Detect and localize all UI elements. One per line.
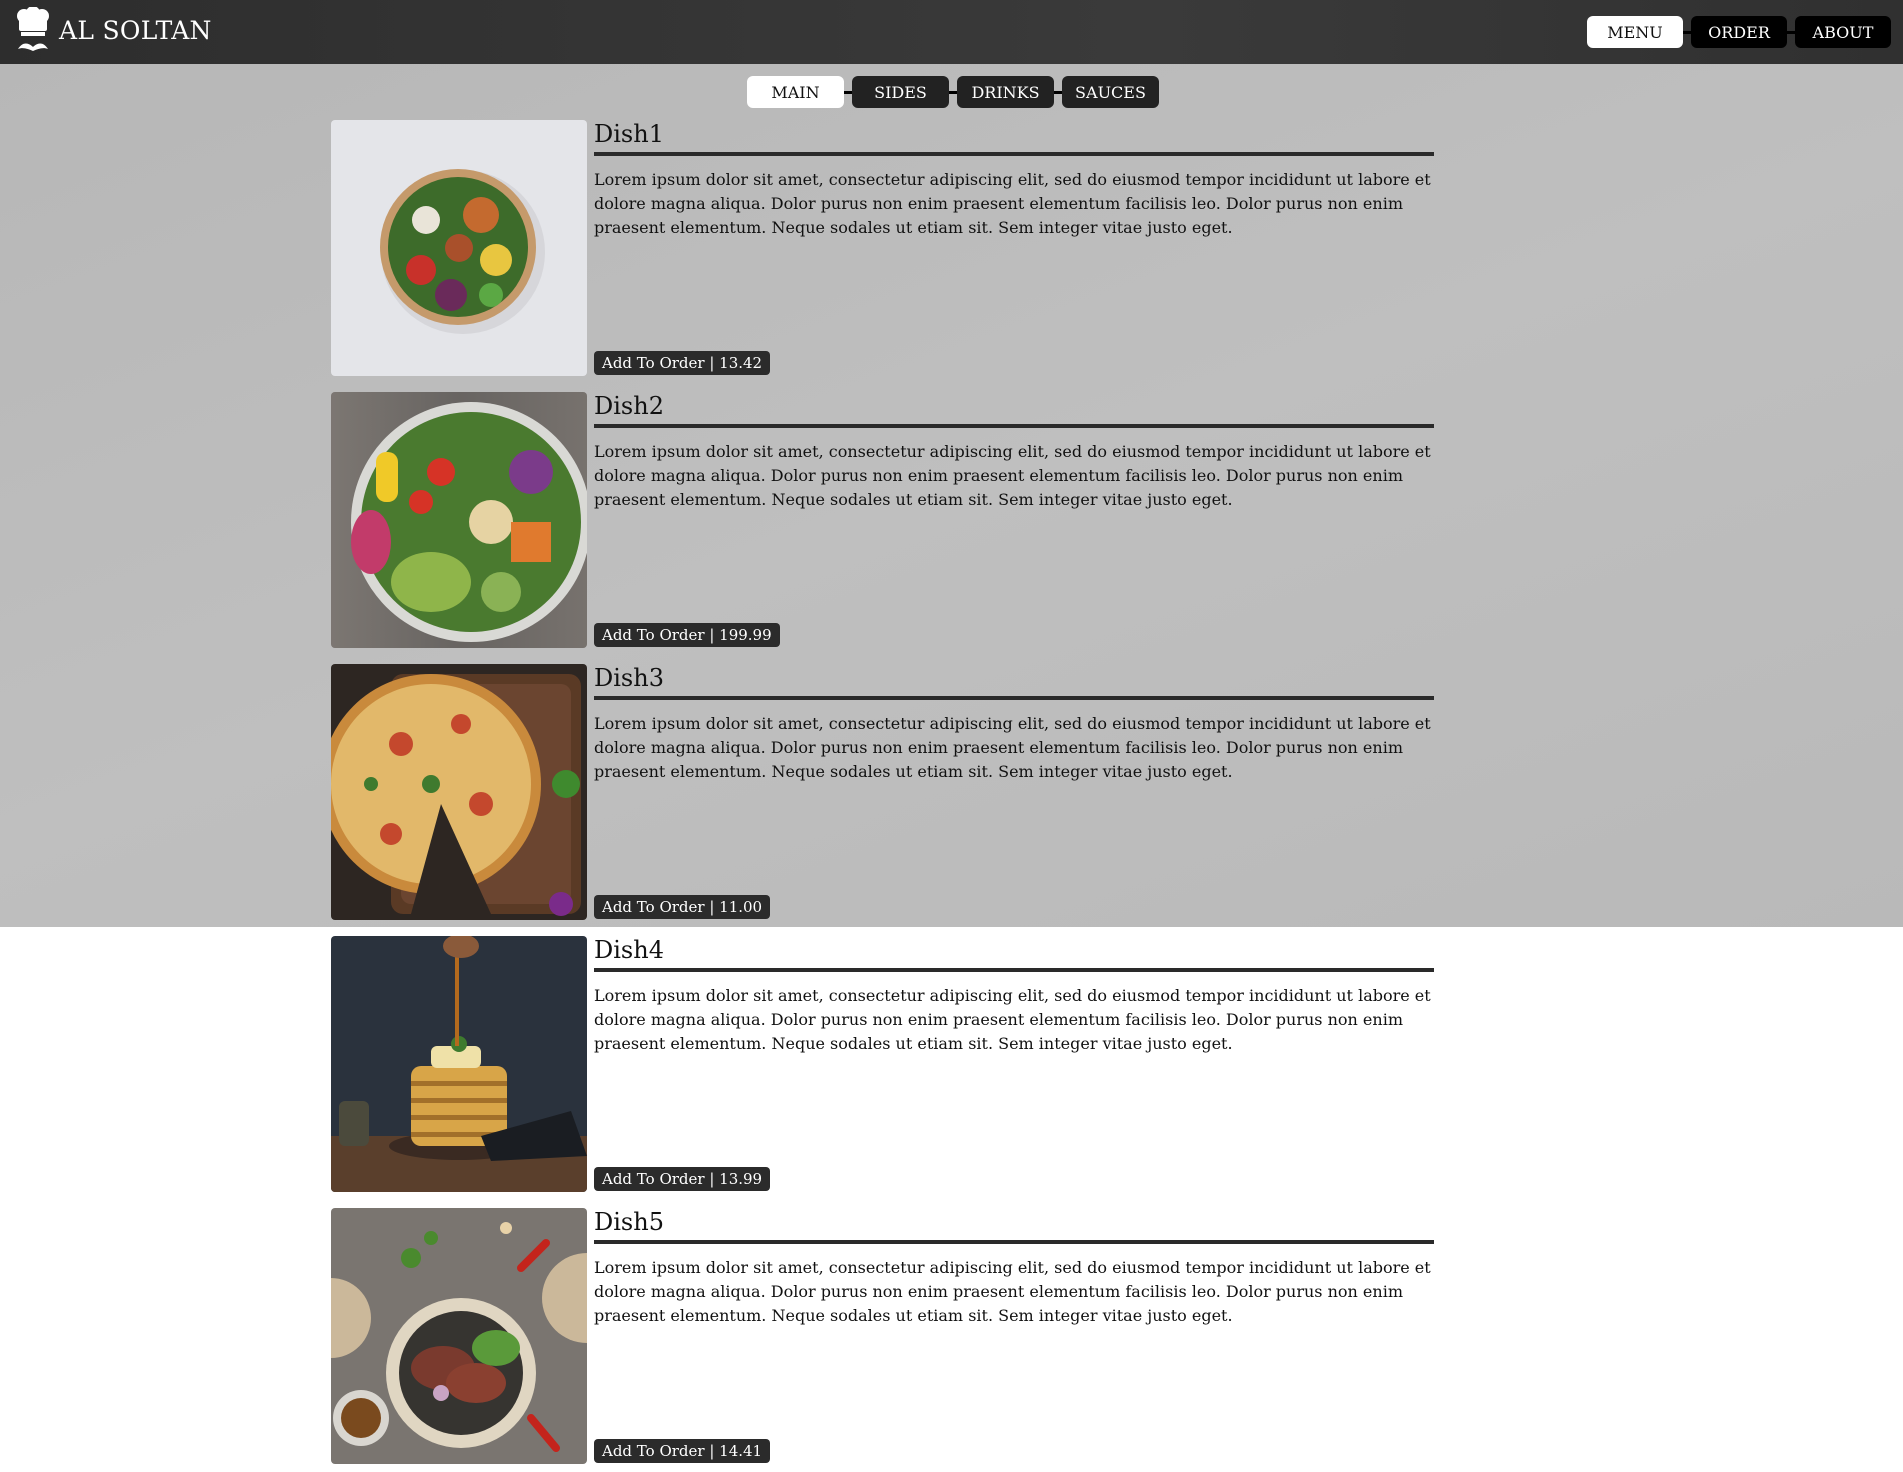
tab-sauces[interactable]: SAUCES — [1062, 76, 1159, 108]
nav-menu-button[interactable]: MENU — [1587, 16, 1683, 48]
dish-card: Dish5 Lorem ipsum dolor sit amet, consec… — [331, 1208, 1434, 1464]
dish-title: Dish4 — [594, 936, 664, 964]
dish-image — [331, 120, 587, 376]
nav-order-button[interactable]: ORDER — [1691, 16, 1787, 48]
title-divider — [594, 696, 1434, 700]
dish-image — [331, 1208, 587, 1464]
add-to-order-button[interactable]: Add To Order | 11.00 — [594, 895, 771, 919]
chef-hat-mustache-logo-icon — [17, 7, 49, 51]
tab-connector — [1054, 90, 1062, 94]
salad-bowl-photo-icon — [331, 120, 587, 376]
category-tabs: MAIN SIDES DRINKS SAUCES — [747, 76, 1159, 108]
dish-description: Lorem ipsum dolor sit amet, consectetur … — [594, 986, 1431, 1053]
tab-main[interactable]: MAIN — [747, 76, 844, 108]
add-to-order-button[interactable]: Add To Order | 14.41 — [594, 1439, 771, 1463]
top-header: AL SOLTAN MENU ORDER ABOUT — [0, 0, 1903, 64]
dish-card: Dish2 Lorem ipsum dolor sit amet, consec… — [331, 392, 1434, 648]
nav-connector — [1787, 30, 1795, 34]
nav-connector — [1683, 30, 1691, 34]
pancakes-photo-icon — [331, 936, 587, 1192]
dish-card: Dish3 Lorem ipsum dolor sit amet, consec… — [331, 664, 1434, 920]
dish-title: Dish1 — [594, 120, 664, 148]
title-divider — [594, 152, 1434, 156]
dish-card: Dish1 Lorem ipsum dolor sit amet, consec… — [331, 120, 1434, 376]
tab-sides[interactable]: SIDES — [852, 76, 949, 108]
dish-description: Lorem ipsum dolor sit amet, consectetur … — [594, 442, 1431, 509]
pizza-photo-icon — [331, 664, 587, 920]
tab-drinks[interactable]: DRINKS — [957, 76, 1054, 108]
dish-image — [331, 936, 587, 1192]
dish-title: Dish2 — [594, 392, 664, 420]
add-to-order-button[interactable]: Add To Order | 199.99 — [594, 623, 780, 647]
tab-connector — [949, 90, 957, 94]
brand-name: AL SOLTAN — [59, 16, 212, 45]
nav-about-button[interactable]: ABOUT — [1795, 16, 1891, 48]
add-to-order-button[interactable]: Add To Order | 13.99 — [594, 1167, 771, 1191]
vegetable-bowl-photo-icon — [331, 392, 587, 648]
steak-plate-photo-icon — [331, 1208, 587, 1464]
title-divider — [594, 1240, 1434, 1244]
dish-card: Dish4 Lorem ipsum dolor sit amet, consec… — [331, 936, 1434, 1192]
top-nav: MENU ORDER ABOUT — [1587, 16, 1891, 48]
title-divider — [594, 424, 1434, 428]
add-to-order-button[interactable]: Add To Order | 13.42 — [594, 351, 771, 375]
dish-image — [331, 392, 587, 648]
dish-title: Dish3 — [594, 664, 664, 692]
tab-connector — [844, 90, 852, 94]
dish-description: Lorem ipsum dolor sit amet, consectetur … — [594, 714, 1431, 781]
dish-image — [331, 664, 587, 920]
title-divider — [594, 968, 1434, 972]
dish-title: Dish5 — [594, 1208, 664, 1236]
dish-description: Lorem ipsum dolor sit amet, consectetur … — [594, 1258, 1431, 1325]
dish-description: Lorem ipsum dolor sit amet, consectetur … — [594, 170, 1431, 237]
